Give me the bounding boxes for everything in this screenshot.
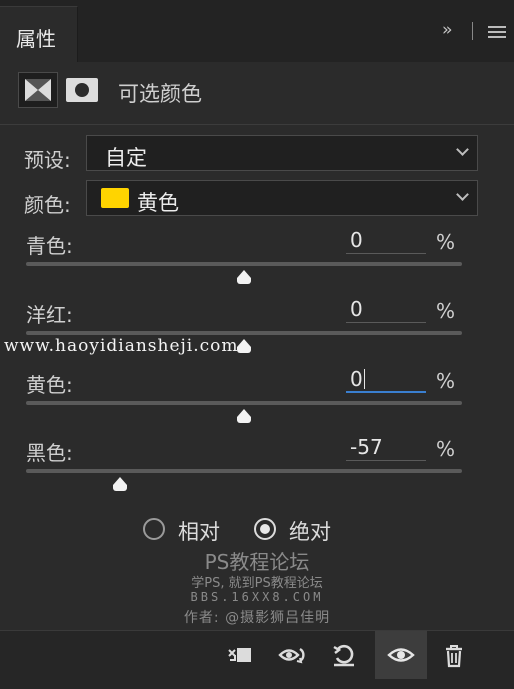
toggle-visibility-button[interactable] — [375, 631, 427, 679]
adjustment-icon[interactable] — [18, 72, 58, 108]
black-unit: % — [436, 437, 456, 461]
yellow-slider-thumb[interactable] — [234, 409, 254, 423]
watermark-bbs: BBS.16XX8.COM — [190, 590, 324, 604]
colors-value: 黄色 — [137, 191, 179, 215]
cyan-slider-thumb[interactable] — [234, 270, 254, 284]
yellow-slider-track[interactable] — [26, 401, 462, 405]
collapse-panel-icon[interactable]: ›› — [442, 20, 452, 40]
watermark-url: www.haoyidiansheji.com — [4, 336, 239, 356]
chevron-down-icon — [456, 143, 469, 156]
colors-label: 颜色: — [24, 193, 71, 217]
watermark-title: PS教程论坛 — [204, 550, 310, 574]
yellow-label: 黄色: — [26, 373, 73, 397]
chevron-down-icon — [456, 188, 469, 201]
cyan-value-field[interactable]: 0 — [346, 228, 426, 254]
panel-tab-bar: 属性 ›› — [0, 0, 514, 62]
trash-icon — [446, 645, 462, 668]
layer-mask-icon[interactable] — [66, 78, 98, 102]
black-slider-thumb[interactable] — [110, 477, 130, 491]
footer-toolbar — [0, 630, 514, 689]
preset-label: 预设: — [24, 148, 71, 172]
magenta-unit: % — [436, 299, 456, 323]
tab-properties-label: 属性 — [16, 27, 56, 51]
cyan-label: 青色: — [26, 234, 73, 258]
watermark-author: 作者: @摄影狮吕佳明 — [183, 610, 331, 626]
clip-to-layer-button[interactable] — [214, 631, 266, 679]
absolute-radio[interactable] — [254, 518, 276, 540]
black-label: 黑色: — [26, 441, 73, 465]
clip-to-layer-icon — [228, 648, 251, 662]
reset-button[interactable] — [318, 631, 370, 679]
preset-select[interactable]: 自定 — [86, 135, 478, 171]
yellow-value-field[interactable]: 0 — [346, 367, 426, 393]
colors-select[interactable]: 黄色 — [86, 180, 478, 216]
absolute-label: 绝对 — [289, 520, 331, 544]
visibility-eye-icon — [387, 648, 415, 662]
reset-icon — [333, 644, 354, 667]
magenta-label: 洋红: — [26, 303, 73, 327]
tab-properties[interactable]: 属性 — [0, 6, 78, 62]
relative-radio[interactable] — [143, 518, 165, 540]
adjustment-title: 可选颜色 — [118, 82, 202, 106]
panel-menu-icon[interactable] — [488, 26, 506, 38]
cyan-slider-track[interactable] — [26, 262, 462, 266]
cyan-unit: % — [436, 230, 456, 254]
section-divider — [0, 124, 514, 125]
yellow-unit: % — [436, 369, 456, 393]
delete-button[interactable] — [428, 631, 480, 679]
header-divider — [472, 22, 473, 40]
watermark-subtitle: 学PS, 就到PS教程论坛 — [191, 576, 323, 591]
relative-label: 相对 — [178, 520, 220, 544]
preset-value: 自定 — [105, 146, 147, 170]
magenta-value-field[interactable]: 0 — [346, 297, 426, 323]
view-previous-state-button[interactable] — [266, 631, 318, 679]
black-slider-track[interactable] — [26, 469, 462, 473]
yellow-value-text: 0 — [350, 367, 363, 391]
black-value-field[interactable]: -57 — [346, 435, 426, 461]
color-swatch — [101, 188, 129, 208]
view-previous-state-icon — [278, 647, 305, 664]
magenta-slider-track[interactable] — [26, 331, 462, 335]
text-caret — [363, 369, 365, 389]
